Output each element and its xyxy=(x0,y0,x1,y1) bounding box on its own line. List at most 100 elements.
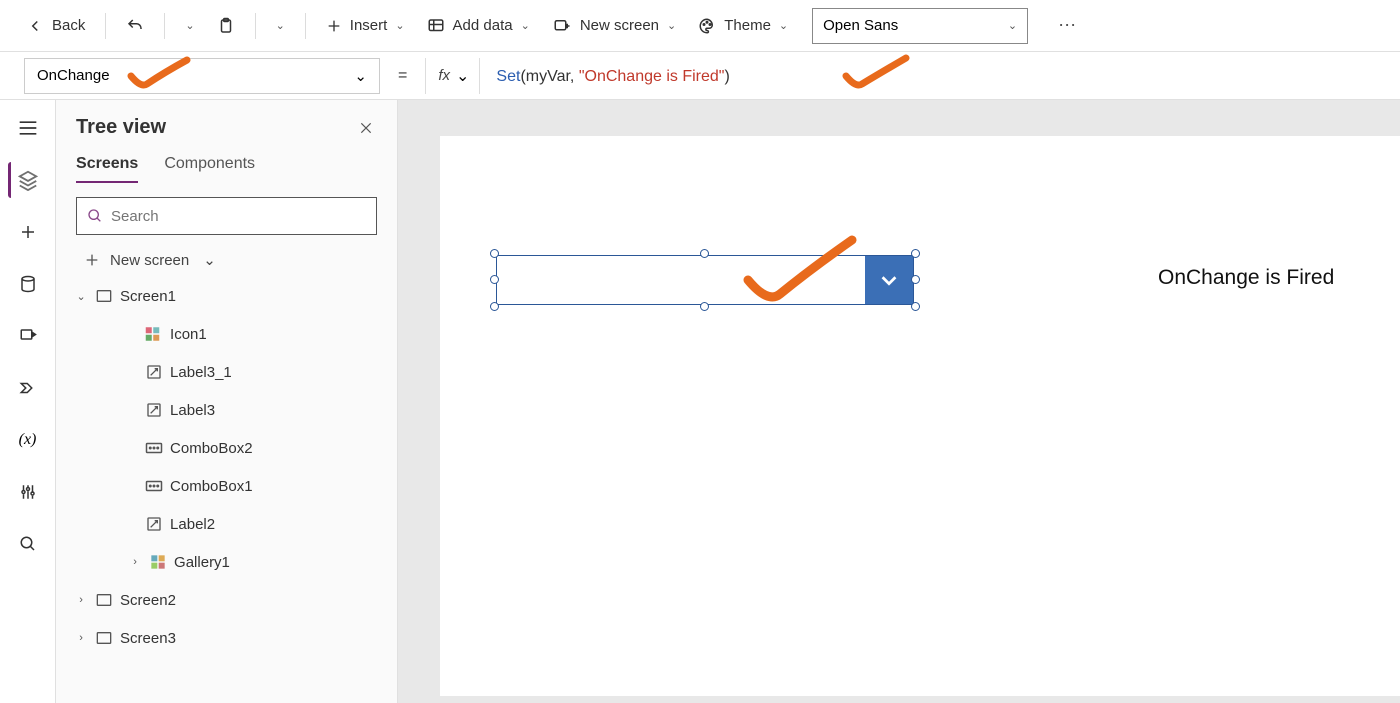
separator xyxy=(164,13,165,39)
chevron-down-icon: ⌄ xyxy=(354,67,367,85)
data-grid-icon xyxy=(427,17,445,35)
back-arrow-icon xyxy=(26,17,44,35)
rail-tree-view[interactable] xyxy=(8,162,44,198)
rail-media[interactable] xyxy=(10,318,46,354)
chevron-right-icon: › xyxy=(74,594,88,606)
separator xyxy=(425,58,426,94)
theme-label: Theme xyxy=(724,17,771,34)
tab-components[interactable]: Components xyxy=(164,147,255,183)
more-button[interactable]: ⋯ xyxy=(1052,15,1084,36)
node-label: Label3_1 xyxy=(170,364,232,381)
combobox-body[interactable] xyxy=(497,256,865,304)
left-rail: (x) xyxy=(0,100,56,703)
chevron-down-icon: ⌄ xyxy=(185,19,194,32)
chevron-down-icon: ⌄ xyxy=(395,19,404,32)
node-combobox2[interactable]: ComboBox2 xyxy=(56,429,393,467)
property-label: OnChange xyxy=(37,67,110,84)
node-screen2[interactable]: › Screen2 xyxy=(56,581,393,619)
undo-icon xyxy=(126,17,144,35)
separator xyxy=(255,13,256,39)
main-area: (x) Tree view Screens Components xyxy=(0,100,1400,703)
fx-button[interactable]: fx ⌄ xyxy=(438,58,480,94)
node-icon1[interactable]: Icon1 xyxy=(56,315,393,353)
screen-icon xyxy=(94,286,114,306)
node-screen1[interactable]: ⌄ Screen1 xyxy=(56,277,393,315)
plus-icon xyxy=(84,252,100,268)
theme-button[interactable]: Theme ⌄ xyxy=(690,8,796,44)
clipboard-icon xyxy=(217,16,235,36)
close-icon xyxy=(359,121,373,135)
search-input[interactable] xyxy=(111,208,366,225)
chevron-down-icon: ⌄ xyxy=(74,290,88,303)
combobox-control[interactable] xyxy=(496,255,914,305)
new-screen-label: New screen xyxy=(110,252,189,269)
rail-variables[interactable]: (x) xyxy=(10,422,46,458)
search-icon xyxy=(19,535,37,553)
combobox-dropdown-button[interactable] xyxy=(865,256,913,304)
tree-header: Tree view xyxy=(56,100,397,147)
node-label2[interactable]: Label2 xyxy=(56,505,393,543)
new-screen-icon xyxy=(552,17,572,35)
tools-icon xyxy=(19,482,37,502)
tree-title: Tree view xyxy=(76,116,166,139)
insert-button[interactable]: Insert ⌄ xyxy=(318,8,413,44)
node-label: Label3 xyxy=(170,402,215,419)
tab-screens[interactable]: Screens xyxy=(76,147,138,183)
layers-icon xyxy=(17,169,39,191)
chevron-right-icon: › xyxy=(128,556,142,568)
chevron-down-icon: ⌄ xyxy=(276,19,285,32)
new-screen-top-button[interactable]: New screen ⌄ xyxy=(544,8,684,44)
palette-icon xyxy=(698,17,716,35)
tree-tabs: Screens Components xyxy=(56,147,397,183)
hamburger-icon xyxy=(18,120,38,136)
design-canvas[interactable]: OnChange is Fired xyxy=(440,136,1400,696)
insert-label: Insert xyxy=(350,17,388,34)
new-screen-button[interactable]: New screen ⌄ xyxy=(56,245,397,277)
node-screen3[interactable]: › Screen3 xyxy=(56,619,393,657)
undo-menu[interactable]: ⌄ xyxy=(177,8,202,44)
label-icon xyxy=(144,514,164,534)
node-gallery1[interactable]: › Gallery1 xyxy=(56,543,393,581)
paste-menu[interactable]: ⌄ xyxy=(268,8,293,44)
separator xyxy=(105,13,106,39)
icon-group-icon xyxy=(144,324,164,344)
rail-flows[interactable] xyxy=(10,370,46,406)
undo-button[interactable] xyxy=(118,8,152,44)
property-selector[interactable]: OnChange ⌄ xyxy=(24,58,380,94)
screen-icon xyxy=(94,590,114,610)
tree-panel: Tree view Screens Components New screen … xyxy=(56,100,398,703)
rail-insert[interactable] xyxy=(10,214,46,250)
font-label: Open Sans xyxy=(823,17,898,34)
canvas-area: OnChange is Fired xyxy=(398,100,1400,703)
paste-button[interactable] xyxy=(209,8,243,44)
rail-tools[interactable] xyxy=(10,474,46,510)
plus-icon xyxy=(19,223,37,241)
node-label: ComboBox1 xyxy=(170,478,253,495)
rail-data[interactable] xyxy=(10,266,46,302)
node-label: Icon1 xyxy=(170,326,207,343)
node-label3[interactable]: Label3 xyxy=(56,391,393,429)
chevron-down-icon xyxy=(878,269,900,291)
annotation-check-icon xyxy=(840,54,912,94)
node-label: Screen2 xyxy=(120,592,176,609)
screen-icon xyxy=(94,628,114,648)
tree-close-button[interactable] xyxy=(355,117,377,139)
formula-input[interactable]: Set(myVar, "OnChange is Fired") xyxy=(496,66,729,86)
combobox-icon xyxy=(144,476,164,496)
formula-fn: Set xyxy=(496,68,520,85)
variable-icon: (x) xyxy=(19,431,37,449)
tree-list: ⌄ Screen1 Icon1 Label3_1 Label3 ComboBox… xyxy=(56,277,397,703)
font-selector[interactable]: Open Sans ⌄ xyxy=(812,8,1028,44)
search-box[interactable] xyxy=(76,197,377,235)
rail-hamburger[interactable] xyxy=(10,110,46,146)
add-data-label: Add data xyxy=(453,17,513,34)
node-label3_1[interactable]: Label3_1 xyxy=(56,353,393,391)
back-button[interactable]: Back xyxy=(18,8,93,44)
node-label: Gallery1 xyxy=(174,554,230,571)
command-bar: Back ⌄ ⌄ Insert ⌄ Add data ⌄ New screen … xyxy=(0,0,1400,52)
formula-bar: OnChange ⌄ = fx ⌄ Set(myVar, "OnChange i… xyxy=(0,52,1400,100)
node-combobox1[interactable]: ComboBox1 xyxy=(56,467,393,505)
rail-search[interactable] xyxy=(10,526,46,562)
add-data-button[interactable]: Add data ⌄ xyxy=(419,8,538,44)
combobox-icon xyxy=(144,438,164,458)
